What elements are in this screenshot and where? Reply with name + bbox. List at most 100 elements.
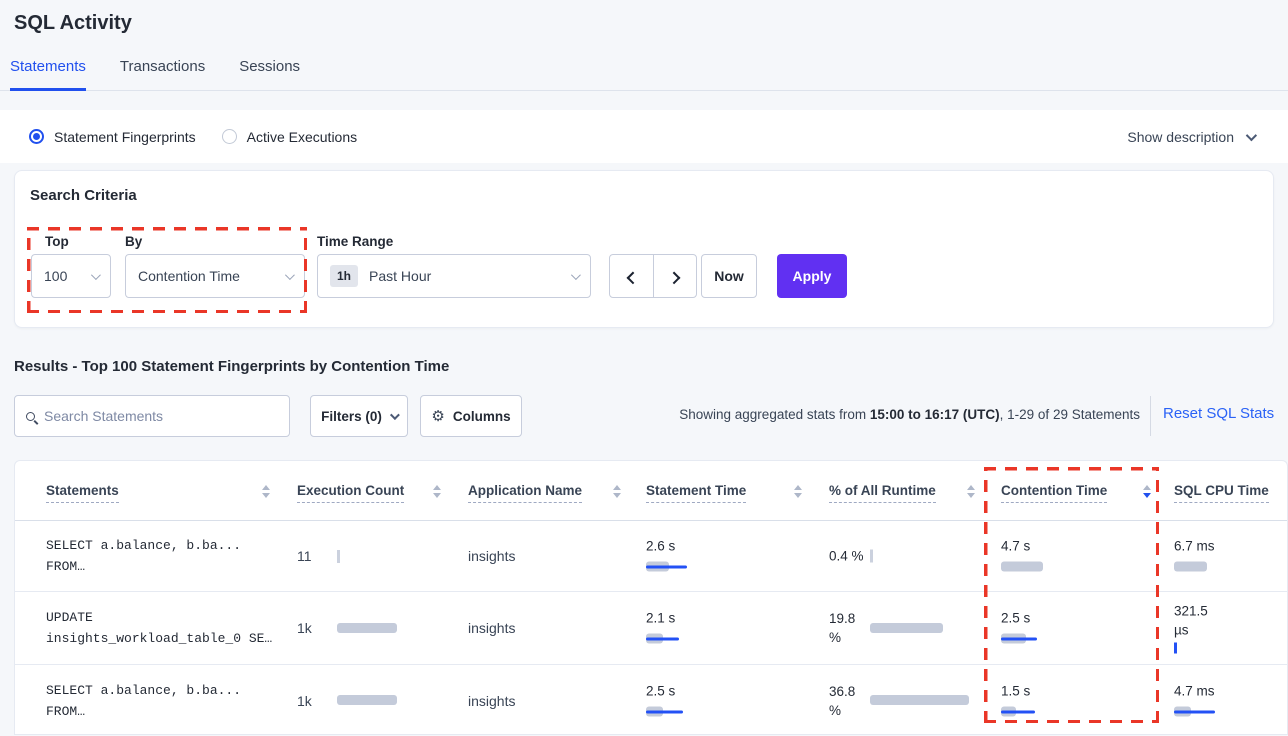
radio-statement-fingerprints[interactable]: Statement Fingerprints: [29, 129, 196, 145]
execution-count-cell: 1k: [297, 693, 457, 709]
columns-label: Columns: [453, 409, 511, 424]
runtime-pct-bar: [870, 550, 880, 563]
statement-time-bar: [646, 561, 766, 574]
column-header-statement-time[interactable]: Statement Time: [646, 483, 746, 503]
column-header-runtime-pct[interactable]: % of All Runtime: [829, 483, 936, 503]
radio-active-executions[interactable]: Active Executions: [222, 129, 358, 145]
by-label: By: [125, 234, 142, 249]
contention-time-bar: [1001, 561, 1121, 574]
sort-icon-statement-time[interactable]: [794, 485, 802, 498]
statement-time-bar: [646, 633, 766, 646]
time-range-label: Time Range: [317, 234, 393, 249]
sql-cpu-time-cell: 6.7 ms: [1174, 539, 1288, 574]
tab-sessions[interactable]: Sessions: [239, 58, 300, 90]
application-name-cell: insights: [468, 620, 515, 636]
table-row[interactable]: SELECT a.balance, b.ba...FROM… 11 insigh…: [15, 521, 1287, 591]
contention-time-bar: [1001, 633, 1121, 646]
columns-button[interactable]: ⚙ Columns: [420, 395, 522, 437]
divider: [1150, 396, 1151, 436]
column-header-contention-time[interactable]: Contention Time: [1001, 483, 1107, 503]
execution-count-cell: 1k: [297, 620, 457, 636]
runtime-pct-cell: 36.8%: [829, 682, 990, 720]
table-row[interactable]: SELECT a.balance, b.ba...FROM… 1k insigh…: [15, 664, 1287, 736]
column-header-sql-cpu-time[interactable]: SQL CPU Time: [1174, 483, 1269, 503]
gear-icon: ⚙: [431, 409, 444, 424]
filters-label: Filters (0): [321, 409, 382, 424]
time-range-value: Past Hour: [369, 268, 431, 284]
show-description-toggle[interactable]: Show description: [1127, 129, 1254, 145]
table-header-row: Statements Execution Count Application N…: [15, 461, 1287, 521]
column-header-statements[interactable]: Statements: [46, 483, 119, 503]
sort-icon-execution-count[interactable]: [433, 485, 441, 498]
runtime-pct-value: 36.8%: [829, 682, 870, 720]
search-criteria-heading: Search Criteria: [30, 187, 137, 204]
tab-statements[interactable]: Statements: [10, 58, 86, 91]
statement-fingerprint-link[interactable]: SELECT a.balance, b.ba...FROM…: [46, 535, 241, 577]
chevron-down-icon: [571, 270, 581, 280]
next-range-button[interactable]: [653, 255, 696, 297]
view-toggle-bar: Statement Fingerprints Active Executions…: [0, 110, 1288, 163]
time-nav-group: [609, 254, 697, 298]
application-name-cell: insights: [468, 548, 515, 564]
sort-icon-contention-time-active[interactable]: [1143, 485, 1151, 498]
sql-cpu-time-cell: 321.5µs: [1174, 602, 1288, 655]
statements-table: Statements Execution Count Application N…: [14, 460, 1288, 735]
search-statements-box: [14, 395, 290, 437]
execution-count-bar: [337, 694, 457, 707]
tab-bar: Statements Transactions Sessions: [0, 58, 1288, 91]
chevron-down-icon: [285, 270, 295, 280]
statement-time-cell: 2.6 s: [646, 539, 766, 574]
execution-count-bar: [337, 550, 457, 563]
stats-time-range: 15:00 to 16:17 (UTC): [870, 407, 1000, 422]
chevron-right-icon: [667, 271, 680, 284]
apply-button[interactable]: Apply: [777, 254, 847, 298]
sql-cpu-time-bar: [1174, 705, 1288, 718]
top-select-value: 100: [44, 268, 67, 284]
runtime-pct-bar: [870, 622, 990, 635]
sort-icon-statements[interactable]: [262, 485, 270, 498]
sort-icon-runtime-pct[interactable]: [967, 485, 975, 498]
table-row[interactable]: UPDATEinsights_workload_table_0 SE… 1k i…: [15, 591, 1287, 664]
contention-time-bar: [1001, 705, 1121, 718]
statement-time-cell: 2.1 s: [646, 611, 766, 646]
filters-button[interactable]: Filters (0): [310, 395, 408, 437]
sql-cpu-time-bar: [1174, 642, 1288, 655]
chevron-down-icon: [390, 410, 400, 420]
time-range-badge: 1h: [330, 265, 358, 287]
tab-transactions[interactable]: Transactions: [120, 58, 205, 90]
page-title: SQL Activity: [14, 12, 132, 35]
now-button[interactable]: Now: [701, 254, 757, 298]
execution-count-cell: 11: [297, 548, 457, 564]
chevron-left-icon: [627, 271, 640, 284]
top-label: Top: [45, 234, 69, 249]
sql-cpu-time-cell: 4.7 ms: [1174, 683, 1288, 718]
chevron-down-icon: [91, 270, 101, 280]
radio-label: Active Executions: [247, 129, 358, 145]
by-select[interactable]: Contention Time: [125, 254, 305, 298]
runtime-pct-cell: 19.8%: [829, 609, 990, 647]
column-header-application-name[interactable]: Application Name: [468, 483, 582, 503]
search-criteria-card: Search Criteria Top By Time Range 100 Co…: [14, 170, 1274, 328]
statement-fingerprint-link[interactable]: SELECT a.balance, b.ba...FROM…: [46, 680, 241, 722]
aggregated-stats-text: Showing aggregated stats from 15:00 to 1…: [679, 407, 1140, 422]
radio-selected-icon: [29, 129, 44, 144]
column-header-execution-count[interactable]: Execution Count: [297, 483, 404, 503]
search-statements-input[interactable]: [44, 408, 278, 424]
runtime-pct-bar: [870, 694, 990, 707]
sort-icon-application-name[interactable]: [613, 485, 621, 498]
statement-time-cell: 2.5 s: [646, 683, 766, 718]
top-select[interactable]: 100: [31, 254, 111, 298]
chevron-down-icon: [1246, 129, 1257, 140]
previous-range-button[interactable]: [610, 255, 653, 297]
time-range-select[interactable]: 1h Past Hour: [317, 254, 591, 298]
radio-label: Statement Fingerprints: [54, 129, 196, 145]
contention-time-cell: 4.7 s: [1001, 539, 1121, 574]
contention-time-cell: 1.5 s: [1001, 683, 1121, 718]
by-select-value: Contention Time: [138, 268, 240, 284]
search-icon: [26, 412, 35, 421]
statement-fingerprint-link[interactable]: UPDATEinsights_workload_table_0 SE…: [46, 607, 272, 649]
runtime-pct-cell: 0.4 %: [829, 547, 880, 566]
reset-sql-stats-link[interactable]: Reset SQL Stats: [1163, 405, 1274, 422]
execution-count-bar: [337, 622, 457, 635]
application-name-cell: insights: [468, 693, 515, 709]
